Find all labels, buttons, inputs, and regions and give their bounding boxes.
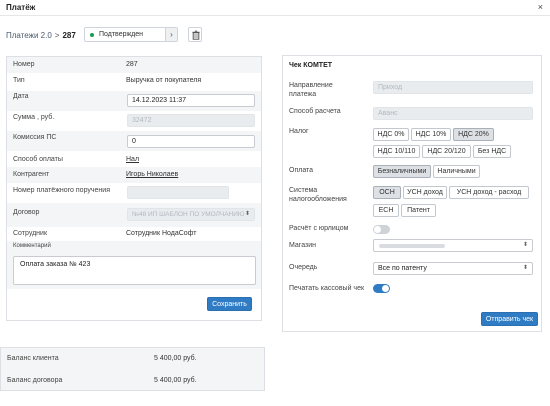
toggle-knob bbox=[374, 226, 381, 233]
toggle-knob bbox=[382, 285, 389, 292]
client-balance-label: Баланс клиента bbox=[7, 355, 59, 362]
tax-option-nds20-120[interactable]: НДС 20/120 bbox=[422, 145, 471, 158]
balances-panel: Баланс клиента 5 400,00 руб. Баланс дого… bbox=[0, 347, 265, 391]
contractor-link[interactable]: Игорь Николаев bbox=[126, 171, 178, 178]
breadcrumb-link-payments[interactable]: Платежи 2.0 bbox=[6, 31, 52, 40]
payment-details-panel: Номер 287 Тип Выручка от покупателя Дата… bbox=[6, 56, 262, 321]
title-divider bbox=[0, 15, 550, 16]
doc-number-label: Номер платёжного поручения bbox=[13, 187, 110, 194]
row-number: Номер 287 bbox=[7, 57, 261, 73]
status-dot-icon bbox=[90, 33, 94, 37]
send-receipt-button[interactable]: Отправить чек bbox=[481, 312, 538, 326]
contract-label: Договор bbox=[13, 209, 40, 216]
date-input[interactable]: 14.12.2023 11:37 bbox=[127, 94, 255, 107]
status-label: Подтвержден bbox=[99, 31, 144, 38]
updown-icon: ⬍ bbox=[244, 211, 250, 217]
tax-option-nds20[interactable]: НДС 20% bbox=[453, 128, 494, 141]
contract-balance-value: 5 400,00 руб. bbox=[154, 377, 197, 384]
legal-entity-toggle[interactable] bbox=[373, 225, 390, 234]
date-label: Дата bbox=[13, 93, 29, 100]
sum-label: Сумма , руб. bbox=[13, 114, 55, 121]
receipt-panel: Чек КОМТЕТ Направление платежа Приход Сп… bbox=[282, 55, 542, 332]
tax-system-patent[interactable]: Патент bbox=[401, 204, 436, 217]
queue-label: Очередь bbox=[289, 264, 318, 271]
contract-balance-label: Баланс договора bbox=[7, 377, 63, 384]
comment-label: Комментарий bbox=[13, 243, 51, 249]
type-value: Выручка от покупателя bbox=[126, 77, 202, 84]
payment-option-cash[interactable]: Наличными bbox=[433, 165, 480, 178]
row-contractor: Контрагент Игорь Николаев bbox=[7, 167, 261, 183]
contract-value: №48 ИП ШАБЛОН ПО УМОЛЧАНИЮ bbox=[132, 211, 245, 218]
row-type: Тип Выручка от покупателя bbox=[7, 73, 261, 91]
row-contract: Договор №48 ИП ШАБЛОН ПО УМОЛЧАНИЮ ⬍ bbox=[7, 203, 261, 227]
print-receipt-label: Печатать кассовый чек bbox=[289, 285, 365, 292]
shop-select[interactable]: ⬍ bbox=[373, 239, 533, 252]
tax-system-esn[interactable]: ЕСН bbox=[373, 204, 399, 217]
status-next-button[interactable]: › bbox=[165, 28, 177, 41]
row-comment: Комментарий Оплата заказа № 423 bbox=[7, 241, 261, 289]
number-label: Номер bbox=[13, 61, 35, 68]
payment-type-label: Оплата bbox=[289, 167, 314, 174]
row-sum: Сумма , руб. 32472 bbox=[7, 111, 261, 131]
status-dropdown[interactable]: Подтвержден › bbox=[84, 27, 178, 42]
queue-select[interactable]: Все по патенту ⬍ bbox=[373, 262, 533, 275]
receipt-title: Чек КОМТЕТ bbox=[289, 62, 333, 69]
tax-option-no-nds[interactable]: Без НДС bbox=[473, 145, 511, 158]
tax-system-osn[interactable]: ОСН bbox=[373, 186, 401, 199]
employee-label: Сотрудник bbox=[13, 230, 48, 237]
shop-label: Магазин bbox=[289, 242, 317, 249]
method-label: Способ оплаты bbox=[13, 156, 63, 163]
updown-icon: ⬍ bbox=[522, 242, 528, 248]
row-employee: Сотрудник Сотрудник НодаСофт bbox=[7, 227, 261, 241]
shop-value-redacted bbox=[379, 244, 445, 248]
tax-system-usn-income[interactable]: УСН доход bbox=[403, 186, 447, 199]
tax-system-usn-income-expense[interactable]: УСН доход - расход bbox=[449, 186, 529, 199]
row-doc-number: Номер платёжного поручения bbox=[7, 183, 261, 203]
row-fee: Комиссия ПС 0 bbox=[7, 131, 261, 151]
tax-system-label: Система налогообложения bbox=[289, 187, 347, 203]
doc-number-input bbox=[127, 186, 229, 199]
sum-input: 32472 bbox=[127, 114, 255, 127]
contract-select: №48 ИП ШАБЛОН ПО УМОЛЧАНИЮ ⬍ bbox=[127, 208, 255, 221]
direction-label: Направление платежа bbox=[289, 82, 333, 98]
fee-label: Комиссия ПС bbox=[13, 134, 57, 141]
save-button[interactable]: Сохранить bbox=[207, 297, 252, 311]
calc-method-input: Аванс bbox=[373, 107, 533, 120]
row-date: Дата 14.12.2023 11:37 bbox=[7, 91, 261, 111]
updown-icon: ⬍ bbox=[522, 265, 528, 271]
payment-number: 287 bbox=[62, 31, 76, 40]
breadcrumb: Платежи 2.0 >287 bbox=[6, 31, 76, 40]
number-value: 287 bbox=[126, 61, 138, 68]
tax-option-nds10-110[interactable]: НДС 10/110 bbox=[373, 145, 420, 158]
payment-option-cashless[interactable]: Безналичными bbox=[373, 165, 431, 178]
fee-input[interactable]: 0 bbox=[127, 135, 255, 148]
comment-textarea[interactable]: Оплата заказа № 423 bbox=[13, 256, 256, 285]
delete-button[interactable] bbox=[188, 27, 202, 42]
contractor-label: Контрагент bbox=[13, 171, 50, 178]
tax-option-nds10[interactable]: НДС 10% bbox=[411, 128, 451, 141]
print-receipt-toggle[interactable] bbox=[373, 284, 390, 293]
trash-icon bbox=[192, 30, 200, 40]
type-label: Тип bbox=[13, 77, 25, 84]
row-method: Способ оплаты Нал bbox=[7, 151, 261, 167]
breadcrumb-separator: > bbox=[54, 31, 60, 40]
client-balance-value: 5 400,00 руб. bbox=[154, 355, 197, 362]
close-icon[interactable]: × bbox=[538, 2, 543, 12]
legal-entity-label: Расчёт с юрлицом bbox=[289, 225, 349, 232]
queue-value: Все по патенту bbox=[378, 265, 427, 272]
dialog-title: Платёж bbox=[6, 3, 36, 12]
tax-label: Налог bbox=[289, 128, 309, 135]
tax-option-nds0[interactable]: НДС 0% bbox=[373, 128, 409, 141]
calc-method-label: Способ расчета bbox=[289, 108, 341, 115]
employee-value: Сотрудник НодаСофт bbox=[126, 230, 197, 237]
direction-input: Приход bbox=[373, 81, 533, 94]
method-link[interactable]: Нал bbox=[126, 156, 139, 163]
